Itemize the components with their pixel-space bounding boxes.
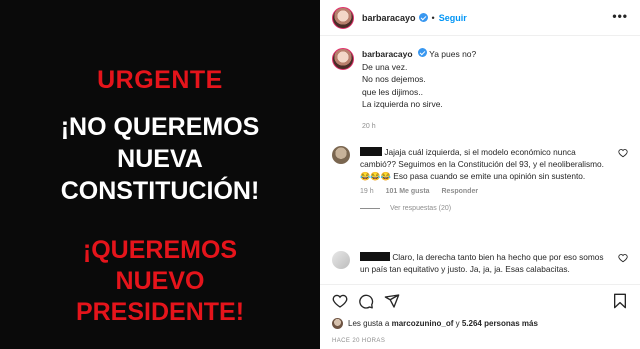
post-header: barbaracayo • Seguir ••• — [320, 0, 640, 36]
likes-count[interactable]: 5.264 personas más — [462, 319, 538, 328]
caption-line: La izquierda no sirve. — [362, 99, 443, 109]
liker-username[interactable]: marcozunino_of — [392, 319, 454, 328]
comment-text: Jajaja cuál izquierda, si el modelo econ… — [360, 147, 604, 181]
replies-line — [360, 208, 380, 209]
caption-line: De una vez. — [362, 61, 408, 72]
image-text-line2: ¡NO QUEREMOS — [60, 113, 260, 141]
comment-text: Claro, la derecha tanto bien ha hecho qu… — [360, 252, 604, 274]
image-text-line5: ¡QUEREMOS — [82, 236, 238, 264]
author-avatar[interactable] — [332, 6, 354, 29]
caption-line: que les dijimos.. — [362, 86, 423, 97]
commenter-avatar[interactable] — [332, 146, 350, 164]
caption-username[interactable]: barbaracayo — [362, 49, 413, 59]
caption-avatar[interactable] — [332, 48, 354, 70]
verified-badge-icon — [418, 13, 428, 22]
like-comment-heart-icon[interactable] — [618, 148, 628, 158]
share-icon[interactable] — [384, 293, 400, 309]
comment-icon[interactable] — [358, 293, 374, 309]
redacted-username — [360, 252, 390, 261]
liker-avatar[interactable] — [332, 318, 343, 329]
save-bookmark-icon[interactable] — [612, 293, 628, 309]
more-options-icon[interactable]: ••• — [612, 9, 628, 23]
like-heart-icon[interactable] — [332, 293, 348, 309]
follow-button[interactable]: Seguir — [439, 13, 467, 23]
image-text-urgente: URGENTE — [97, 66, 223, 94]
post-timestamp[interactable]: HACE 20 HORAS — [332, 338, 385, 344]
post-image[interactable]: URGENTE ¡NO QUEREMOS NUEVA CONSTITUCIÓN!… — [0, 0, 320, 349]
comment: Claro, la derecha tanto bien ha hecho qu… — [332, 251, 632, 275]
comment-likes[interactable]: 101 Me gusta — [386, 188, 430, 195]
caption-line: No nos dejemos. — [362, 74, 426, 84]
view-replies-label: Ver respuestas (20) — [390, 205, 452, 212]
caption: barbaracayo Ya pues no? De una vez. No n… — [332, 48, 628, 133]
commenter-avatar[interactable] — [332, 251, 350, 269]
comment: Jajaja cuál izquierda, si el modelo econ… — [332, 146, 632, 212]
like-comment-heart-icon[interactable] — [618, 253, 628, 263]
likes-summary: Les gusta a marcozunino_of y 5.264 perso… — [332, 318, 538, 329]
view-replies-button[interactable]: Ver respuestas (20) — [360, 205, 632, 212]
separator-dot: • — [431, 12, 435, 23]
comment-time[interactable]: 19 h — [360, 188, 374, 195]
likes-prefix: Les gusta a — [348, 319, 390, 328]
redacted-username — [360, 147, 382, 156]
likes-middle: y — [455, 319, 460, 328]
action-bar — [320, 284, 640, 314]
caption-verified-icon — [417, 48, 427, 57]
image-text-line7: PRESIDENTE! — [75, 298, 245, 326]
caption-line: Ya pues no? — [429, 49, 477, 59]
image-text-line4: CONSTITUCIÓN! — [60, 177, 260, 205]
caption-timestamp[interactable]: 20 h — [362, 121, 628, 134]
author-username[interactable]: barbaracayo — [362, 13, 416, 23]
post-panel: barbaracayo • Seguir ••• barbaracayo Ya … — [320, 0, 640, 349]
image-text-line3: NUEVA — [117, 145, 203, 173]
reply-button[interactable]: Responder — [442, 188, 479, 195]
image-text-line6: NUEVO — [115, 267, 205, 295]
